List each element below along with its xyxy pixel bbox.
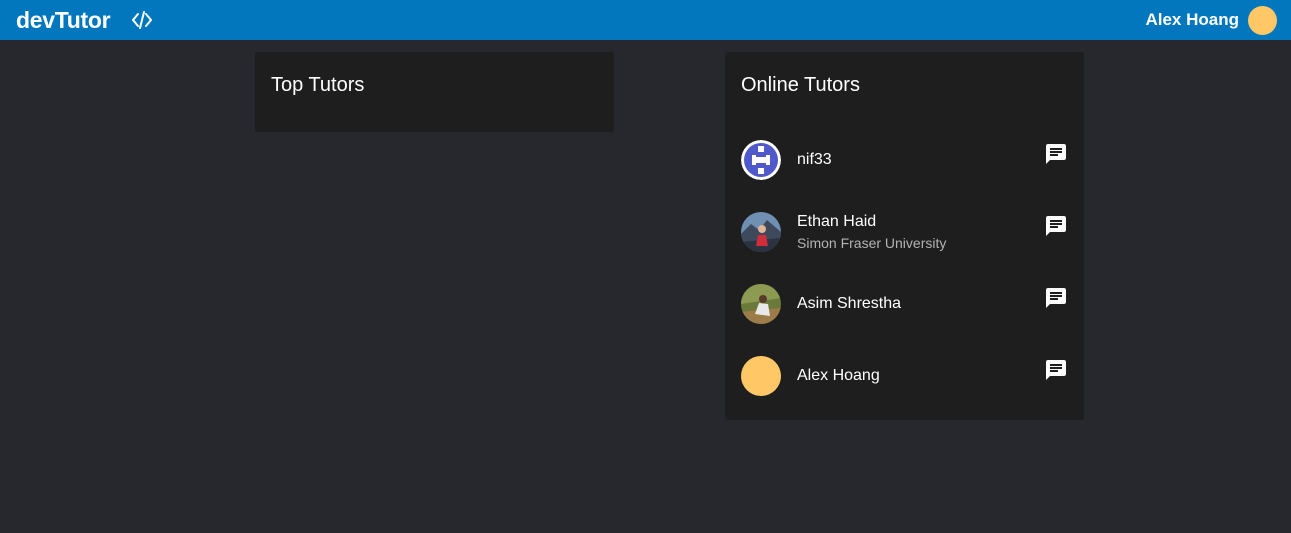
code-icon[interactable] <box>131 10 153 30</box>
tutor-name: Asim Shrestha <box>797 295 902 312</box>
top-tutors-card: Top Tutors <box>255 52 614 132</box>
message-icon[interactable] <box>1044 286 1068 310</box>
identicon-avatar <box>741 140 781 180</box>
app-bar: devTutor Alex Hoang <box>0 0 1291 40</box>
user-photo-avatar <box>741 212 781 252</box>
brand-logo[interactable]: devTutor <box>16 7 111 34</box>
tutor-item-ethan-haid[interactable]: Ethan Haid Simon Fraser University <box>725 192 1084 264</box>
tutor-item-asim-shrestha[interactable]: Asim Shrestha <box>725 264 1084 336</box>
tutor-school: Simon Fraser University <box>797 235 947 251</box>
tutor-name: nif33 <box>797 151 832 168</box>
message-icon[interactable] <box>1044 214 1068 238</box>
message-icon[interactable] <box>1044 358 1068 382</box>
online-tutors-list: nif33 Ethan Haid Simon Fraser University <box>725 120 1084 408</box>
current-user-name[interactable]: Alex Hoang <box>1145 10 1239 30</box>
current-user-avatar[interactable] <box>1248 6 1277 35</box>
tutor-name: Alex Hoang <box>797 367 880 384</box>
user-photo-avatar <box>741 284 781 324</box>
solid-color-avatar <box>741 356 781 396</box>
tutor-item-alex-hoang[interactable]: Alex Hoang <box>725 336 1084 408</box>
tutor-item-nif33[interactable]: nif33 <box>725 120 1084 192</box>
online-tutors-title: Online Tutors <box>741 74 860 96</box>
message-icon[interactable] <box>1044 142 1068 166</box>
online-tutors-card: Online Tutors nif33 Ethan Haid Simon Fra… <box>725 52 1084 420</box>
top-tutors-title: Top Tutors <box>271 74 365 96</box>
tutor-name: Ethan Haid <box>797 213 877 230</box>
